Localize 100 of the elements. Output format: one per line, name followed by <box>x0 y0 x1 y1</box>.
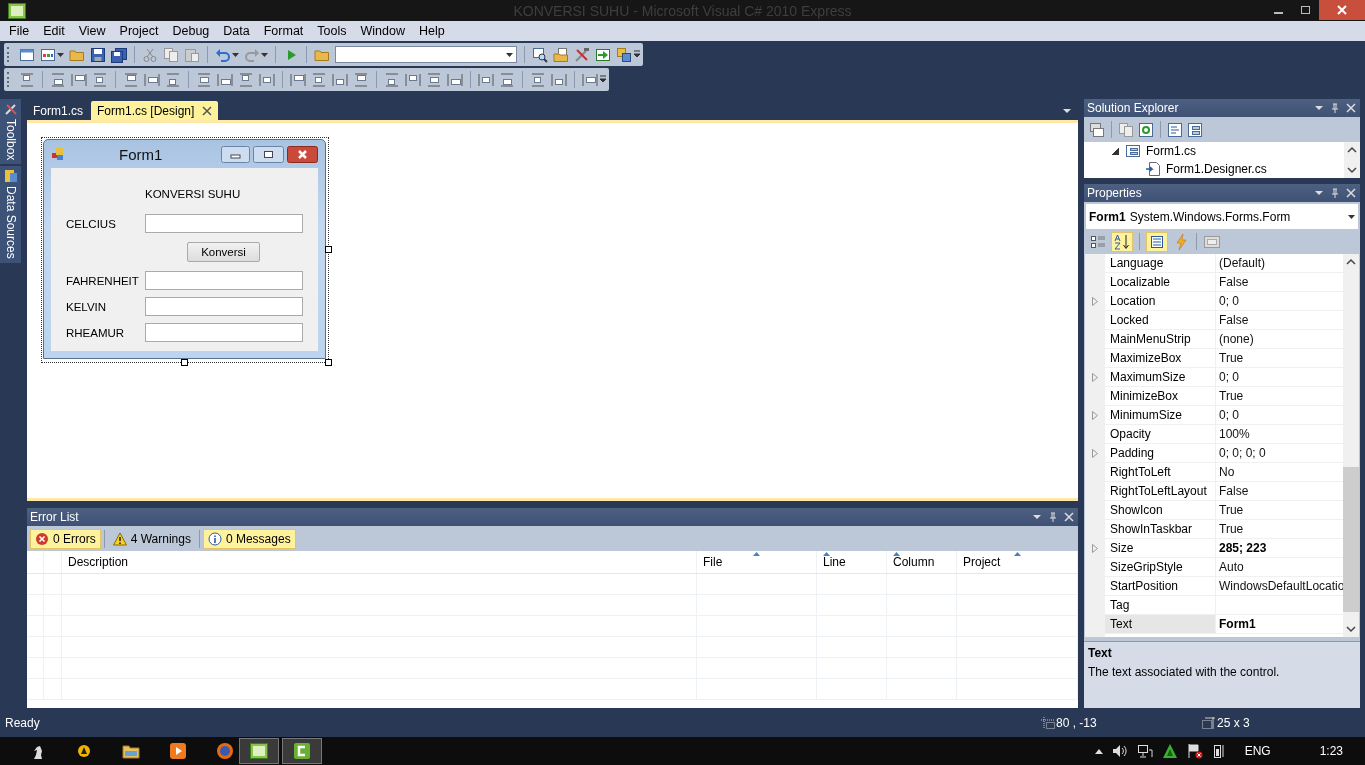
pin-icon[interactable] <box>1330 103 1340 113</box>
layout-icon[interactable] <box>144 71 160 88</box>
expand-icon[interactable] <box>1092 373 1098 382</box>
side-tab[interactable]: Data Sources <box>0 166 21 264</box>
property-name[interactable]: MainMenuStrip <box>1105 330 1216 349</box>
layout-icon[interactable] <box>478 71 494 88</box>
window-stack-icon[interactable] <box>1089 121 1105 138</box>
scroll-up-icon[interactable] <box>1347 146 1357 154</box>
menu-item[interactable]: Format <box>256 24 311 38</box>
property-name[interactable]: MinimumSize <box>1105 406 1216 425</box>
property-list-icon[interactable] <box>1146 231 1168 252</box>
layout-icon[interactable] <box>353 71 369 88</box>
scroll-up-icon[interactable] <box>1346 258 1356 266</box>
layout-icon[interactable] <box>92 71 108 88</box>
menu-item[interactable]: Data <box>216 24 257 38</box>
taskbar-app[interactable] <box>282 738 322 764</box>
filter-button[interactable]: 0 Messages <box>202 528 296 549</box>
up-arrow-icon[interactable] <box>1094 748 1103 754</box>
property-name[interactable]: MaximizeBox <box>1105 349 1216 368</box>
flag-icon[interactable] <box>1186 743 1203 759</box>
layout-icon[interactable] <box>259 71 275 88</box>
property-name[interactable]: MinimizeBox <box>1105 387 1216 406</box>
menu-item[interactable]: Edit <box>36 24 72 38</box>
expand-icon[interactable] <box>1092 544 1098 553</box>
window-icon[interactable] <box>19 46 35 63</box>
property-name[interactable]: ShowInTaskbar <box>1105 520 1216 539</box>
speaker-icon[interactable] <box>1111 744 1128 758</box>
column-header[interactable]: Project <box>957 551 1078 573</box>
layout-icon[interactable] <box>311 71 327 88</box>
refresh-icon[interactable] <box>1138 121 1154 138</box>
convert-button[interactable]: Konversi <box>187 242 260 262</box>
menu-item[interactable]: Tools <box>310 24 354 38</box>
caret-icon[interactable] <box>57 52 64 57</box>
layout-icon[interactable] <box>426 71 442 88</box>
layout-icon[interactable] <box>582 71 598 88</box>
save-all-icon[interactable] <box>111 46 127 63</box>
arrow-box-icon[interactable] <box>595 46 611 63</box>
filter-button[interactable]: 4 Warnings <box>107 528 196 549</box>
layout-icon[interactable] <box>238 71 254 88</box>
triangle-icon[interactable] <box>1161 743 1178 759</box>
configuration-dropdown[interactable] <box>335 46 517 63</box>
tools-icon[interactable] <box>574 46 590 63</box>
menu-item[interactable]: View <box>71 24 113 38</box>
input-field[interactable] <box>145 297 303 316</box>
layout-icon[interactable] <box>217 71 233 88</box>
expand-icon[interactable] <box>1092 449 1098 458</box>
battery-icon[interactable] <box>1211 743 1226 759</box>
input-field[interactable] <box>145 271 303 290</box>
dropdown-icon[interactable] <box>1314 188 1324 198</box>
menu-item[interactable]: Window <box>353 24 412 38</box>
property-name[interactable]: Size <box>1105 539 1216 558</box>
pin-icon[interactable] <box>1330 188 1340 198</box>
resize-handle[interactable] <box>181 359 188 366</box>
expand-icon[interactable] <box>1092 297 1098 306</box>
designer-view-icon[interactable] <box>1187 121 1203 138</box>
input-field[interactable] <box>145 214 303 233</box>
menu-item[interactable]: Help <box>412 24 452 38</box>
layout-icon[interactable] <box>196 71 212 88</box>
column-header[interactable]: Column <box>887 551 957 573</box>
sort-az-icon[interactable] <box>1111 231 1133 252</box>
taskbar-app[interactable] <box>239 738 279 764</box>
property-name[interactable]: Language <box>1105 254 1216 273</box>
paste-icon[interactable] <box>184 46 200 63</box>
column-header[interactable]: Line <box>817 551 887 573</box>
document-tab[interactable]: Form1.cs [Design] <box>91 101 219 120</box>
copy-icon[interactable] <box>163 46 179 63</box>
side-tab[interactable]: Toolbox <box>0 99 21 165</box>
property-name[interactable]: ShowIcon <box>1105 501 1216 520</box>
layout-icon[interactable] <box>332 71 348 88</box>
layout-icon[interactable] <box>123 71 139 88</box>
globe-icon[interactable] <box>215 741 235 761</box>
menu-item[interactable]: File <box>2 24 37 38</box>
save-icon[interactable] <box>90 46 106 63</box>
network-icon[interactable] <box>1136 744 1153 758</box>
input-field[interactable] <box>145 323 303 342</box>
layout-icon[interactable] <box>551 71 567 88</box>
window-icon[interactable] <box>40 46 56 63</box>
caret-icon[interactable] <box>232 52 239 57</box>
code-view-icon[interactable] <box>1167 121 1183 138</box>
scroll-down-icon[interactable] <box>1347 166 1357 174</box>
expand-icon[interactable] <box>1092 411 1098 420</box>
document-tab[interactable]: Form1.cs <box>27 101 89 120</box>
object-selector[interactable]: Form1 System.Windows.Forms.Form <box>1086 204 1358 229</box>
dropdown-icon[interactable] <box>1314 103 1324 113</box>
close-icon[interactable] <box>1319 0 1365 20</box>
layout-icon[interactable] <box>165 71 181 88</box>
layout-icon[interactable] <box>19 71 35 88</box>
window-stack-icon[interactable] <box>616 46 632 63</box>
property-name[interactable]: Padding <box>1105 444 1216 463</box>
dropdown-icon[interactable] <box>1062 106 1072 116</box>
resize-handle[interactable] <box>325 359 332 366</box>
property-name[interactable]: StartPosition <box>1105 577 1216 596</box>
window-search-icon[interactable] <box>532 46 548 63</box>
scroll-down-icon[interactable] <box>1346 625 1356 633</box>
property-name[interactable]: RightToLeft <box>1105 463 1216 482</box>
property-name[interactable]: Location <box>1105 292 1216 311</box>
property-name[interactable]: Locked <box>1105 311 1216 330</box>
copy-icon[interactable] <box>1118 121 1134 138</box>
tree-item[interactable]: Form1.cs <box>1125 143 1196 159</box>
property-name[interactable]: Text <box>1105 615 1216 634</box>
